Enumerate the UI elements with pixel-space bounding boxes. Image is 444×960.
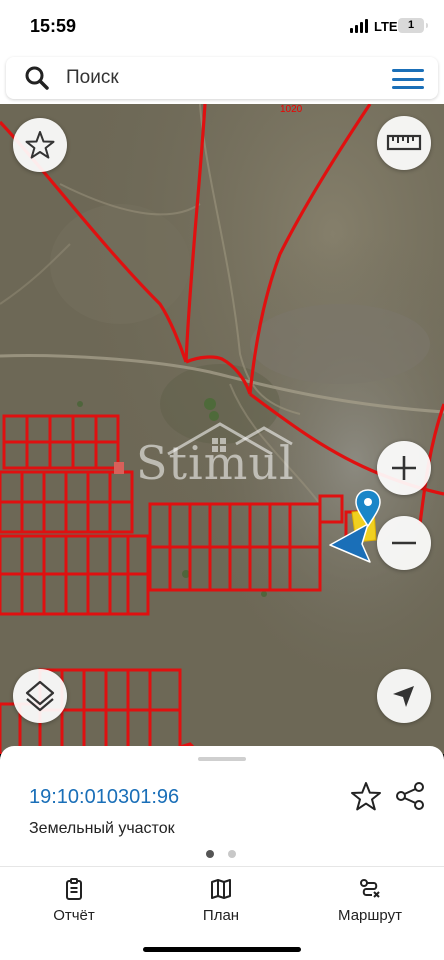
status-time: 15:59	[30, 16, 77, 36]
status-bar: 15:59 LTE 1	[0, 0, 444, 52]
bottom-tab-bar: Отчёт План Маршрут	[0, 866, 444, 960]
plus-icon	[392, 456, 416, 480]
share-icon[interactable]	[394, 780, 426, 812]
map-plan-icon	[211, 879, 231, 899]
layers-icon	[25, 680, 55, 712]
tab-plan[interactable]: План	[166, 877, 276, 927]
battery-icon: 1	[398, 18, 428, 33]
navigation-arrow-icon	[393, 686, 414, 707]
search-bar[interactable]	[6, 57, 438, 99]
page-indicator	[206, 850, 238, 858]
parcel-type-label: Земельный участок	[29, 820, 175, 837]
tab-report[interactable]: Отчёт	[19, 877, 129, 927]
search-header	[0, 52, 444, 104]
star-icon	[25, 131, 55, 159]
ruler-icon	[386, 134, 422, 151]
report-clipboard-icon	[66, 878, 82, 900]
page-dot	[228, 850, 236, 858]
sheet-drag-handle[interactable]	[198, 757, 246, 761]
ruler-button[interactable]	[377, 116, 431, 170]
locate-me-button[interactable]	[377, 669, 431, 723]
layers-button[interactable]	[13, 669, 67, 723]
hamburger-menu-icon[interactable]	[392, 69, 424, 89]
star-icon[interactable]	[350, 780, 382, 812]
battery-level: 1	[407, 19, 415, 31]
signal-icon	[350, 19, 370, 33]
road-label: 1020	[280, 104, 303, 115]
route-icon	[360, 879, 380, 898]
page-dot	[206, 850, 214, 858]
zoom-in-button[interactable]	[377, 441, 431, 495]
parcel-info-sheet[interactable]: 19:10:010301:96 Земельный участок	[0, 746, 444, 866]
satellite-map[interactable]: 1020 Stimul	[0, 104, 444, 754]
search-icon[interactable]	[24, 65, 50, 91]
favorite-map-button[interactable]	[13, 118, 67, 172]
search-input[interactable]	[66, 64, 366, 92]
tab-label: Отчёт	[53, 907, 95, 924]
tab-label: План	[202, 907, 240, 924]
parcel-cadastral-number[interactable]: 19:10:010301:96	[29, 786, 179, 809]
network-type: LTE	[374, 19, 398, 34]
zoom-out-button[interactable]	[377, 516, 431, 570]
tab-route[interactable]: Маршрут	[315, 877, 425, 927]
watermark-text: Stimul	[136, 436, 295, 490]
home-indicator[interactable]	[143, 947, 301, 952]
tab-label: Маршрут	[338, 907, 402, 924]
minus-icon	[392, 541, 416, 545]
